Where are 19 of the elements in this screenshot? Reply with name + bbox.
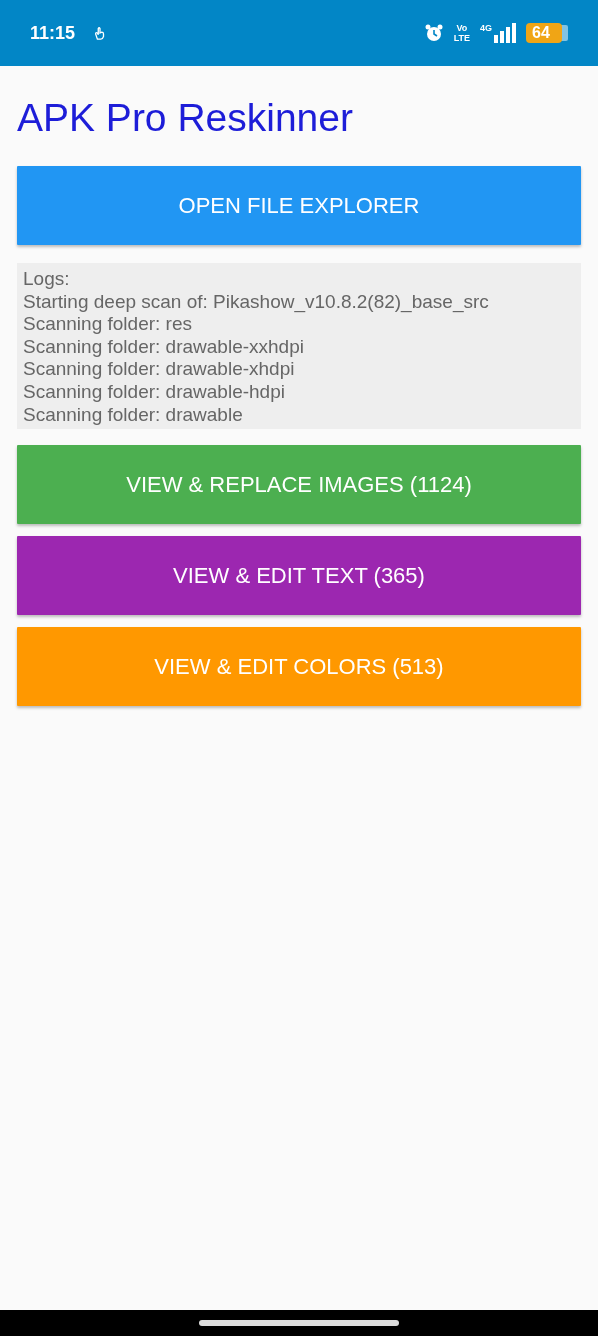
network-type: 4G [480,23,492,33]
log-line: Scanning folder: drawable-xxhdpi [23,335,305,359]
app-title: APK Pro Reskinner [17,95,354,141]
home-handle[interactable] [199,1320,399,1326]
log-line: Scanning folder: drawable-hdpi [23,380,286,404]
action-button[interactable]: VIEW & EDIT TEXT (365) [17,536,581,615]
log-line: Logs: [23,268,71,291]
action-button[interactable]: VIEW & REPLACE IMAGES (1124) [17,445,581,524]
clock: 11:15 [30,22,76,44]
open-file-explorer-button[interactable]: OPEN FILE EXPLORER [17,166,581,245]
log-line: Starting deep scan of: Pikashow_v10.8.2(82)_base_src [23,290,490,314]
action-button[interactable]: VIEW & EDIT COLORS (513) [17,627,581,706]
log-line: Scanning folder: drawable [23,403,244,427]
log-line: Scanning folder: drawable-xhdpi [23,358,296,381]
battery-indicator: 64 [526,23,562,43]
volte-indicator: Vo LTE [453,23,470,43]
alarm-clock-icon [423,23,444,43]
signal-icon [494,23,516,43]
log-line: Scanning folder: res [23,313,193,336]
